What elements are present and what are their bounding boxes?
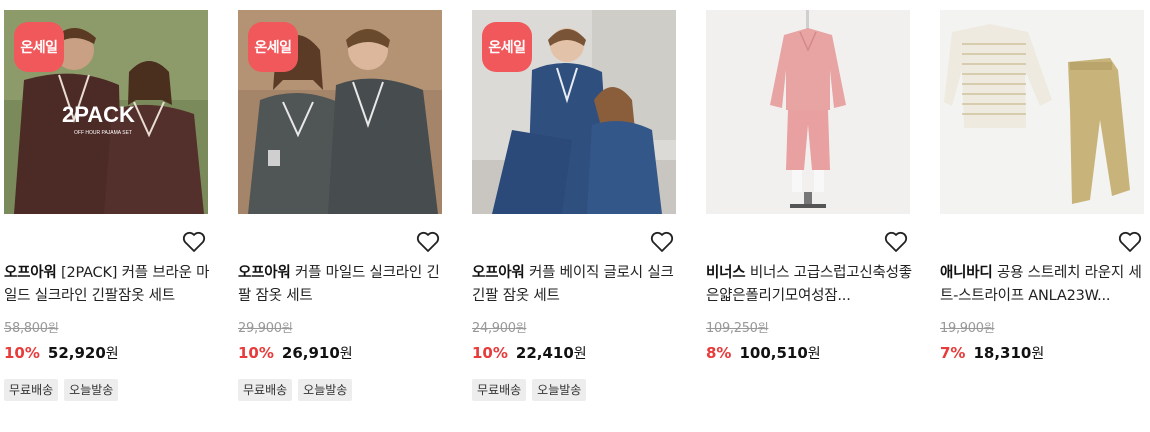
tag-same-day: 오늘발송 bbox=[298, 379, 353, 401]
sale-price: 100,510원 bbox=[739, 344, 821, 362]
discount-rate: 10% bbox=[472, 344, 508, 362]
tag-free-shipping: 무료배송 bbox=[4, 379, 59, 401]
product-card[interactable]: 온세일 오프아워 커플 베이직 글로시 실크 긴팔 잠옷 세트 24,900원 … bbox=[468, 10, 676, 420]
price-row: 7% 18,310원 bbox=[940, 343, 1044, 363]
price-row: 10% 26,910원 bbox=[238, 343, 353, 363]
price-row: 10% 22,410원 bbox=[472, 343, 587, 363]
sale-price: 26,910원 bbox=[281, 344, 353, 362]
original-price: 24,900원 bbox=[472, 321, 527, 336]
product-grid: 2PACK OFF HOUR PAJAMA SET 온세일 오프아워 [2PAC… bbox=[0, 0, 1150, 432]
original-price: 58,800원 bbox=[4, 321, 59, 336]
product-image[interactable] bbox=[940, 10, 1144, 214]
discount-rate: 8% bbox=[706, 344, 732, 362]
product-title[interactable]: 오프아워 커플 베이직 글로시 실크 긴팔 잠옷 세트 bbox=[472, 262, 678, 308]
discount-rate: 10% bbox=[238, 344, 274, 362]
product-brand: 오프아워 bbox=[4, 265, 57, 281]
wishlist-heart-icon[interactable] bbox=[650, 231, 674, 253]
product-image[interactable]: 온세일 bbox=[472, 10, 676, 214]
product-brand: 애니바디 bbox=[940, 265, 993, 281]
product-title[interactable]: 오프아워 [2PACK] 커플 브라운 마일드 실크라인 긴팔잠옷 세트 bbox=[4, 262, 210, 308]
product-title[interactable]: 애니바디 공용 스트레치 라운지 세트-스트라이프 ANLA23W... bbox=[940, 262, 1146, 308]
product-card[interactable]: 애니바디 공용 스트레치 라운지 세트-스트라이프 ANLA23W... 19,… bbox=[936, 10, 1144, 420]
sale-price: 18,310원 bbox=[973, 344, 1045, 362]
product-card[interactable]: 2PACK OFF HOUR PAJAMA SET 온세일 오프아워 [2PAC… bbox=[0, 10, 210, 420]
price-row: 8% 100,510원 bbox=[706, 343, 821, 363]
sale-badge: 온세일 bbox=[14, 22, 64, 72]
discount-rate: 10% bbox=[4, 344, 40, 362]
product-brand: 비너스 bbox=[706, 265, 746, 281]
shipping-tags: 무료배송 오늘발송 bbox=[4, 379, 119, 401]
image-overlay-text: 2PACK bbox=[62, 102, 135, 127]
sale-price: 52,920원 bbox=[47, 344, 119, 362]
tag-free-shipping: 무료배송 bbox=[238, 379, 293, 401]
shipping-tags: 무료배송 오늘발송 bbox=[238, 379, 353, 401]
product-title[interactable]: 오프아워 커플 마일드 실크라인 긴팔 잠옷 세트 bbox=[238, 262, 444, 308]
product-image[interactable]: 온세일 bbox=[238, 10, 442, 214]
image-overlay-subtext: OFF HOUR PAJAMA SET bbox=[74, 130, 132, 136]
product-image[interactable]: 2PACK OFF HOUR PAJAMA SET 온세일 bbox=[4, 10, 208, 214]
price-row: 10% 52,920원 bbox=[4, 343, 119, 363]
sale-badge: 온세일 bbox=[248, 22, 298, 72]
wishlist-heart-icon[interactable] bbox=[884, 231, 908, 253]
tag-same-day: 오늘발송 bbox=[64, 379, 119, 401]
wishlist-heart-icon[interactable] bbox=[416, 231, 440, 253]
product-image[interactable] bbox=[706, 10, 910, 214]
original-price: 109,250원 bbox=[706, 321, 769, 336]
tag-free-shipping: 무료배송 bbox=[472, 379, 527, 401]
shipping-tags: 무료배송 오늘발송 bbox=[472, 379, 587, 401]
original-price: 29,900원 bbox=[238, 321, 293, 336]
discount-rate: 7% bbox=[940, 344, 966, 362]
wishlist-heart-icon[interactable] bbox=[1118, 231, 1142, 253]
original-price: 19,900원 bbox=[940, 321, 995, 336]
product-title[interactable]: 비너스 비너스 고급스럽고신축성좋은얇은폴리기모여성잠... bbox=[706, 262, 912, 308]
sale-price: 22,410원 bbox=[515, 344, 587, 362]
product-brand: 오프아워 bbox=[238, 265, 291, 281]
product-card[interactable]: 비너스 비너스 고급스럽고신축성좋은얇은폴리기모여성잠... 109,250원 … bbox=[702, 10, 912, 420]
product-brand: 오프아워 bbox=[472, 265, 525, 281]
tag-same-day: 오늘발송 bbox=[532, 379, 587, 401]
product-card[interactable]: 온세일 오프아워 커플 마일드 실크라인 긴팔 잠옷 세트 29,900원 10… bbox=[234, 10, 442, 420]
wishlist-heart-icon[interactable] bbox=[182, 231, 206, 253]
sale-badge: 온세일 bbox=[482, 22, 532, 72]
